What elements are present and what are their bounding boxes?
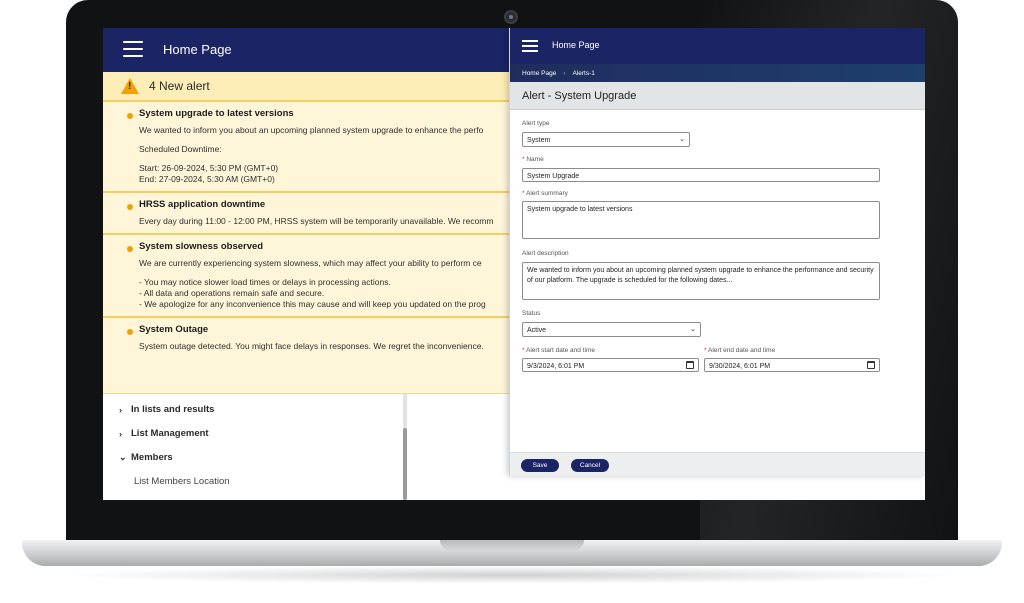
hamburger-menu-icon[interactable] bbox=[123, 41, 143, 57]
alert-description-label: Alert description bbox=[522, 250, 569, 257]
page-title: Home Page bbox=[163, 42, 232, 57]
end-date-value: 9/30/2024, 6:01 PM bbox=[709, 363, 771, 370]
alert-text: Scheduled Downtime: bbox=[139, 144, 222, 154]
bullet-dot-icon bbox=[127, 246, 133, 252]
warning-triangle-icon bbox=[121, 78, 139, 94]
name-input[interactable]: System Upgrade bbox=[522, 168, 880, 182]
breadcrumb: Home Page › Alerts-1 bbox=[510, 64, 925, 82]
calendar-icon[interactable] bbox=[867, 361, 875, 369]
laptop-shadow bbox=[60, 566, 964, 584]
status-label: Status bbox=[522, 310, 541, 317]
calendar-icon[interactable] bbox=[686, 361, 694, 369]
scrollbar-thumb[interactable] bbox=[403, 428, 407, 500]
form-footer: Save Cancel bbox=[510, 452, 925, 476]
alert-title: System Outage bbox=[139, 324, 209, 335]
save-button[interactable]: Save bbox=[521, 459, 559, 472]
bullet-dot-icon bbox=[127, 204, 133, 210]
tree-item-label: Members bbox=[131, 452, 173, 463]
chevron-down-icon: ⌄ bbox=[690, 326, 696, 333]
alert-title: HRSS application downtime bbox=[139, 199, 266, 210]
alert-item[interactable]: HRSS application downtime Every day duri… bbox=[103, 193, 523, 235]
alert-text: We wanted to inform you about an upcomin… bbox=[139, 125, 484, 135]
alert-item[interactable]: System Outage System outage detected. Yo… bbox=[103, 318, 523, 358]
alert-type-select[interactable]: System ⌄ bbox=[522, 132, 690, 147]
form-title-bar: Alert - System Upgrade bbox=[510, 82, 925, 110]
hamburger-menu-icon[interactable] bbox=[522, 40, 538, 52]
start-date-label: * Alert start date and time bbox=[522, 347, 595, 354]
breadcrumb-separator: › bbox=[563, 69, 566, 77]
alert-type-label: Alert type bbox=[522, 120, 550, 127]
tree-item-members[interactable]: ⌄ Members bbox=[119, 452, 173, 463]
alert-text: We are currently experiencing system slo… bbox=[139, 258, 482, 268]
alert-text: - You may notice slower load times or de… bbox=[139, 277, 391, 287]
alert-edit-panel: Home Page Home Page › Alerts-1 Alert - S… bbox=[509, 28, 925, 476]
alert-text: End: 27-09-2024, 5:30 AM (GMT+0) bbox=[139, 174, 275, 184]
alerts-panel: 4 New alert System upgrade to latest ver… bbox=[103, 72, 523, 394]
bullet-dot-icon bbox=[127, 113, 133, 119]
panel-header-title: Home Page bbox=[552, 40, 600, 50]
chevron-right-icon: › bbox=[119, 404, 122, 415]
status-select[interactable]: Active ⌄ bbox=[522, 322, 701, 337]
alert-item[interactable]: System slowness observed We are currentl… bbox=[103, 235, 523, 318]
name-label: * Name bbox=[522, 156, 544, 163]
tree-item-label: List Management bbox=[131, 428, 209, 439]
alert-summary-label: * Alert summary bbox=[522, 190, 568, 197]
tree-item-label: In lists and results bbox=[131, 404, 215, 415]
alert-type-value: System bbox=[527, 137, 551, 144]
webcam-icon bbox=[504, 10, 518, 24]
alert-text: System outage detected. You might face d… bbox=[139, 341, 484, 351]
bullet-dot-icon bbox=[127, 329, 133, 335]
status-value: Active bbox=[527, 327, 547, 334]
alert-description-textarea[interactable]: We wanted to inform you about an upcomin… bbox=[522, 262, 880, 300]
end-date-label: * Alert end date and time bbox=[704, 347, 776, 354]
alert-item[interactable]: System upgrade to latest versions We wan… bbox=[103, 102, 523, 193]
laptop-notch bbox=[440, 540, 584, 550]
alert-title: System upgrade to latest versions bbox=[139, 108, 294, 119]
tree-item-lists-results[interactable]: › In lists and results bbox=[119, 404, 214, 415]
navigation-tree: › In lists and results › List Management… bbox=[103, 394, 409, 500]
alert-text: Every day during 11:00 - 12:00 PM, HRSS … bbox=[139, 216, 494, 226]
laptop-mockup: Home Page 4 New alert System upgrade to … bbox=[0, 0, 1024, 603]
alert-text: Start: 26-09-2024, 5:30 PM (GMT+0) bbox=[139, 163, 279, 173]
alert-text: - We apologize for any inconvenience thi… bbox=[139, 299, 486, 309]
tree-subitem-list-members-location[interactable]: List Members Location bbox=[134, 476, 230, 487]
alert-banner: 4 New alert bbox=[103, 72, 523, 102]
alert-title: System slowness observed bbox=[139, 241, 264, 252]
laptop-screen: Home Page 4 New alert System upgrade to … bbox=[103, 28, 925, 500]
start-date-input[interactable]: 9/3/2024, 6:01 PM bbox=[522, 358, 699, 372]
chevron-down-icon: ⌄ bbox=[679, 136, 685, 143]
chevron-right-icon: › bbox=[119, 428, 122, 439]
start-date-value: 9/3/2024, 6:01 PM bbox=[527, 363, 585, 370]
cancel-button[interactable]: Cancel bbox=[571, 459, 609, 472]
chevron-down-icon: ⌄ bbox=[119, 452, 127, 462]
alert-count: 4 New alert bbox=[149, 79, 210, 93]
alert-text: - All data and operations remain safe an… bbox=[139, 288, 325, 298]
breadcrumb-home[interactable]: Home Page bbox=[522, 70, 556, 77]
tree-item-list-management[interactable]: › List Management bbox=[119, 428, 209, 439]
panel-header: Home Page bbox=[510, 28, 925, 64]
alert-summary-textarea[interactable]: System upgrade to latest versions bbox=[522, 201, 880, 239]
breadcrumb-current: Alerts-1 bbox=[572, 69, 595, 77]
end-date-input[interactable]: 9/30/2024, 6:01 PM bbox=[704, 358, 880, 372]
form-title: Alert - System Upgrade bbox=[522, 90, 637, 102]
